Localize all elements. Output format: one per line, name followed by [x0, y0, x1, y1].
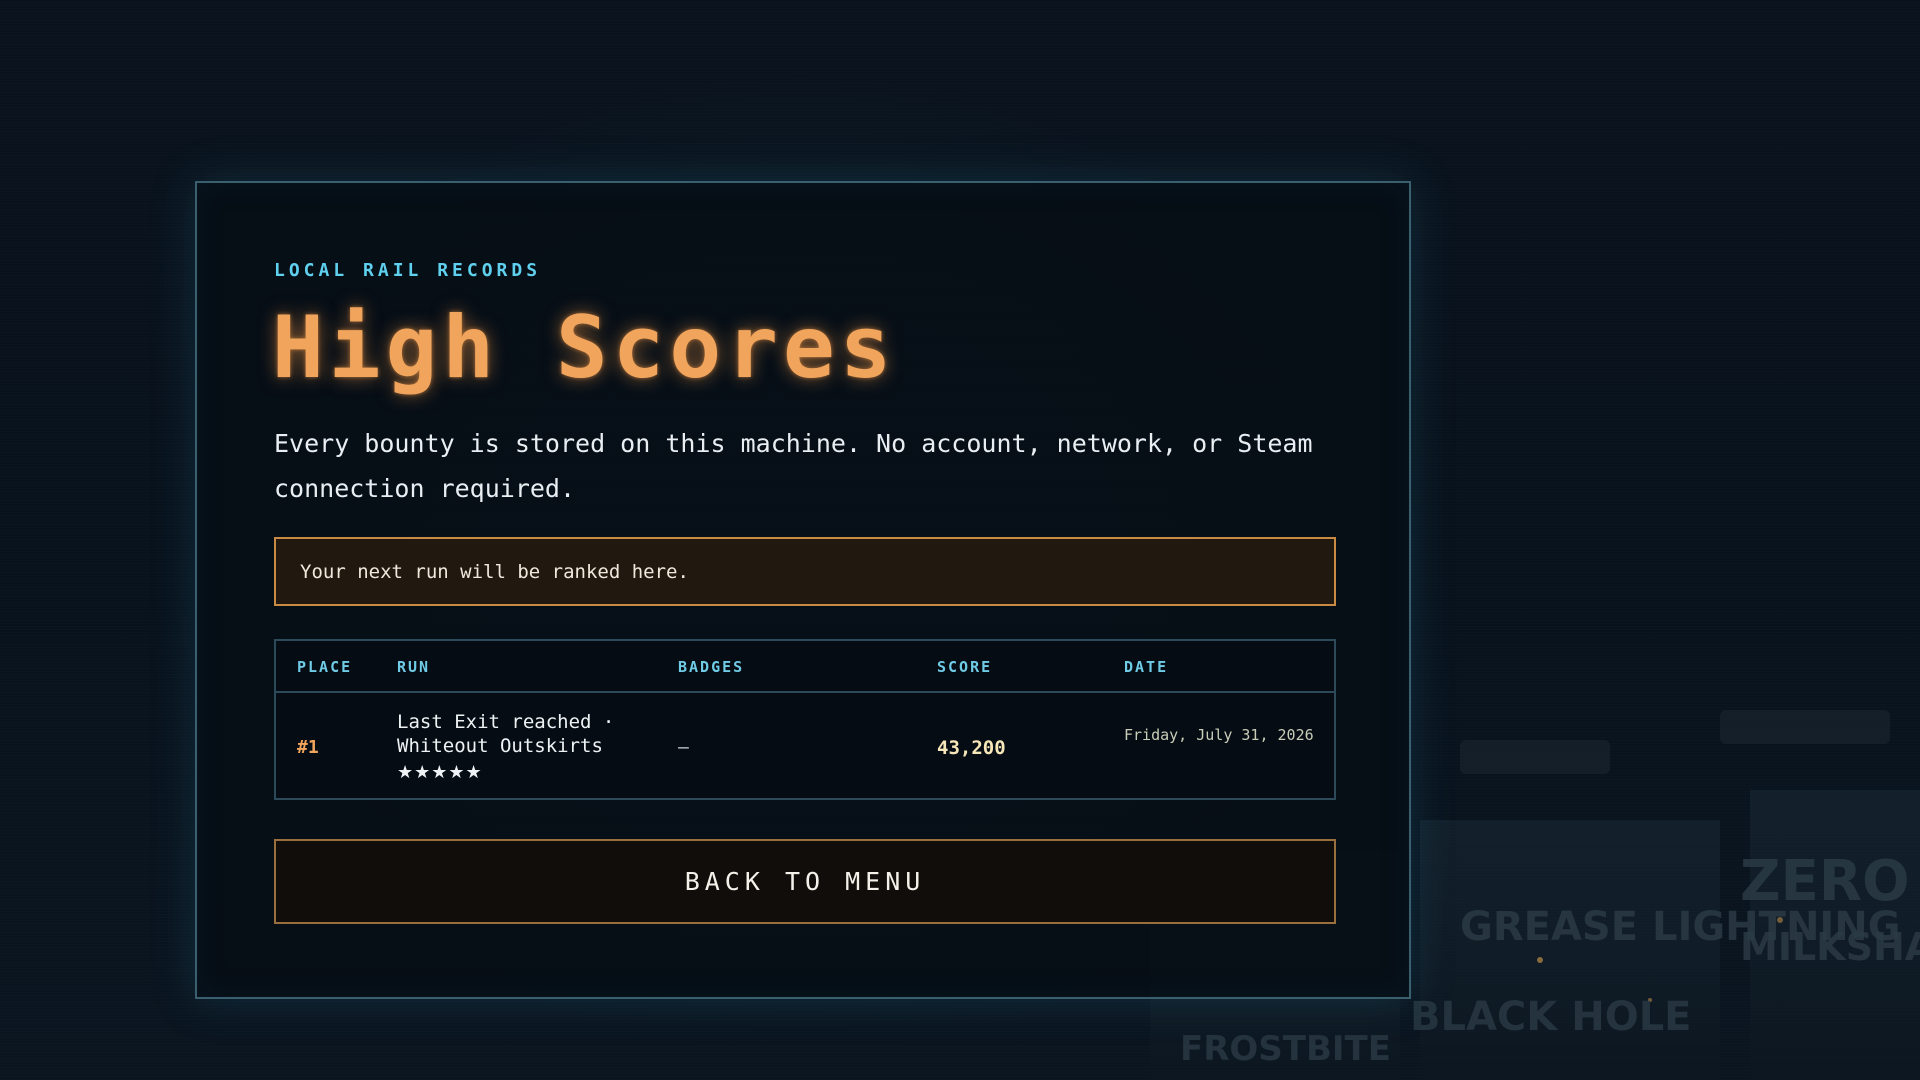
section-eyebrow: LOCAL RAIL RECORDS — [274, 260, 542, 281]
header-run: RUN — [397, 658, 431, 676]
rank-notice-text: Your next run will be ranked here. — [300, 560, 689, 583]
bg-sign-milkshakes: MILKSHAKES — [1740, 925, 1920, 969]
row-run: Last Exit reached · Whiteout Outskirts ★… — [397, 710, 637, 785]
bg-sign-grease: GREASE LIGHTNING — [1460, 904, 1901, 950]
row-date: Friday, July 31, 2026 — [1124, 726, 1314, 744]
row-run-text: Last Exit reached · Whiteout Outskirts — [397, 711, 615, 757]
star-rating: ★★★★★ — [397, 762, 483, 783]
bg-sign-zero-g: ZERO G — [1740, 849, 1920, 914]
header-score: SCORE — [937, 658, 993, 676]
row-place: #1 — [297, 737, 319, 758]
row-score: 43,200 — [937, 737, 1006, 759]
bg-sign-frostbite: FROSTBITE — [1180, 1029, 1391, 1069]
row-badges: — — [678, 737, 689, 758]
high-scores-panel: LOCAL RAIL RECORDS High Scores Every bou… — [195, 181, 1411, 999]
back-to-menu-label: BACK TO MENU — [684, 867, 926, 896]
scores-table: PLACE RUN BADGES SCORE DATE #1 Last Exit… — [274, 639, 1336, 800]
high-scores-screen: FROSTBITE BLACK HOLE GREASE LIGHTNING ZE… — [0, 0, 1920, 1080]
header-date: DATE — [1124, 658, 1169, 676]
back-to-menu-button[interactable]: BACK TO MENU — [274, 839, 1336, 924]
table-row: #1 Last Exit reached · Whiteout Outskirt… — [276, 693, 1334, 800]
bg-sign-black-hole: BLACK HOLE — [1410, 994, 1692, 1040]
page-title: High Scores — [272, 298, 897, 398]
header-place: PLACE — [297, 658, 353, 676]
rank-notice: Your next run will be ranked here. — [274, 537, 1336, 606]
header-badges: BADGES — [678, 658, 745, 676]
table-header: PLACE RUN BADGES SCORE DATE — [276, 641, 1334, 693]
page-subtitle: Every bounty is stored on this machine. … — [274, 429, 1313, 503]
